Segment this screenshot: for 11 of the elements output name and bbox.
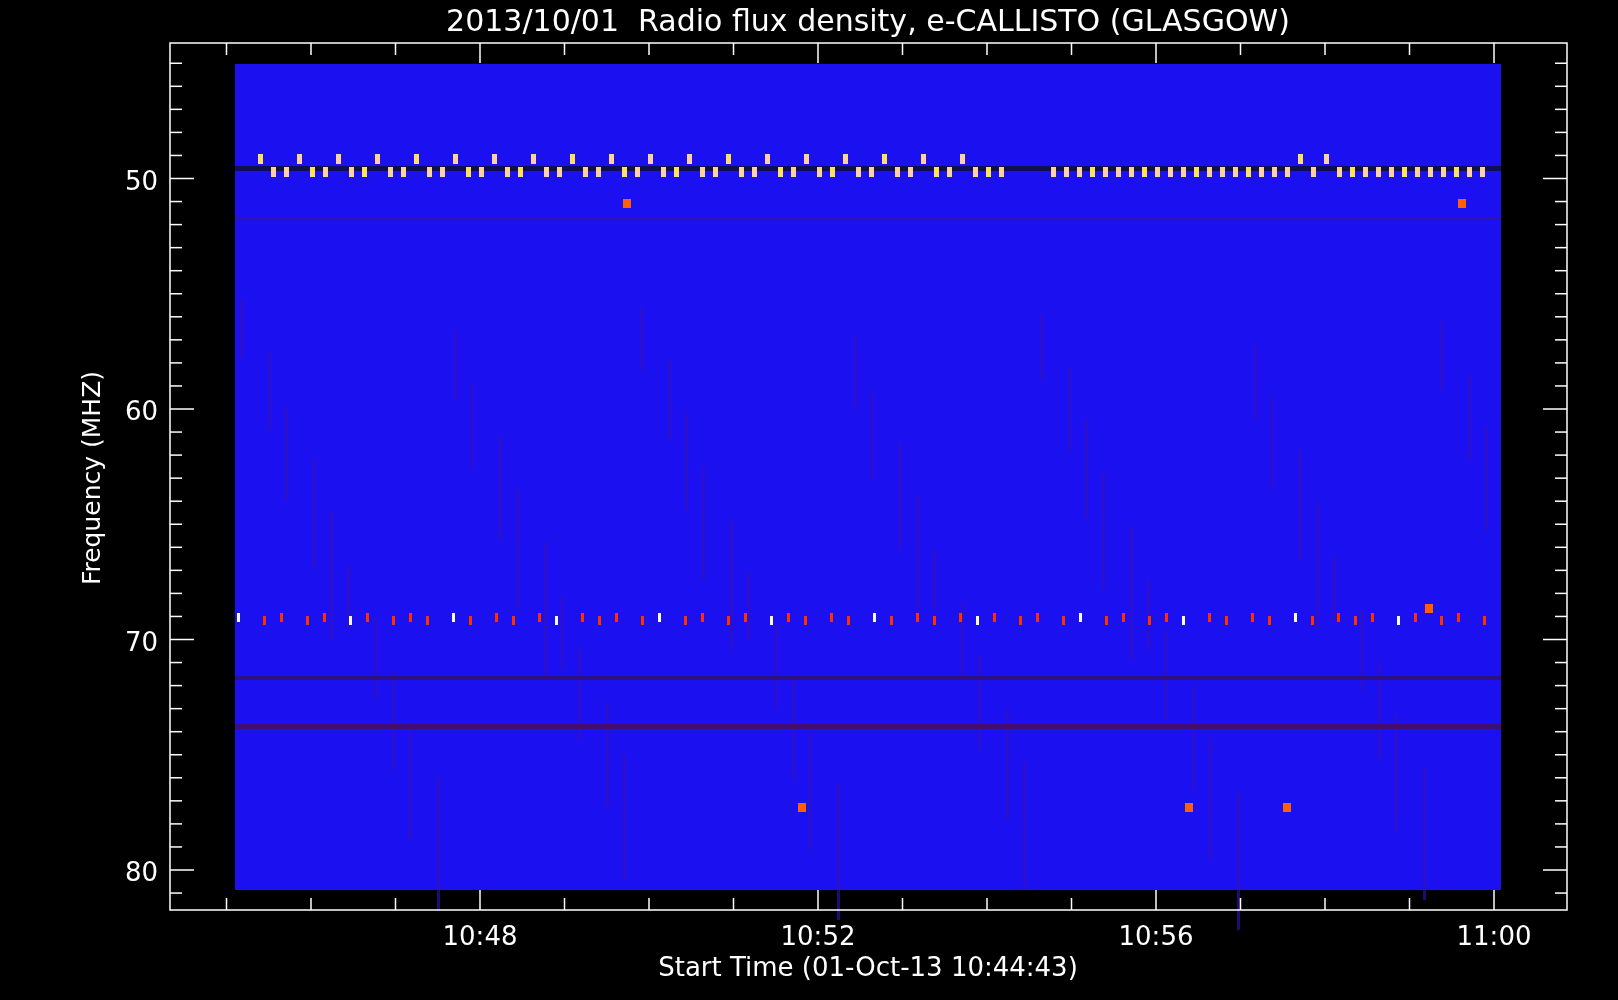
chart-title: 2013/10/01 Radio flux density, e-CALLISTO (GLASGOW) [446,3,1290,38]
y-tick-label: 80 [124,857,158,887]
y-tick-label: 50 [124,165,158,196]
x-tick-label: 11:00 [1456,921,1532,951]
x-axis-title: Start Time (01-Oct-13 10:44:43) [658,952,1078,982]
x-tick-label: 10:48 [442,921,518,951]
x-tick-label: 10:56 [1118,921,1194,951]
y-tick-label: 70 [124,626,158,657]
y-axis-title: Frequency (MHZ) [77,370,106,586]
x-tick-label: 10:52 [780,921,856,951]
y-tick-label: 60 [124,396,158,426]
